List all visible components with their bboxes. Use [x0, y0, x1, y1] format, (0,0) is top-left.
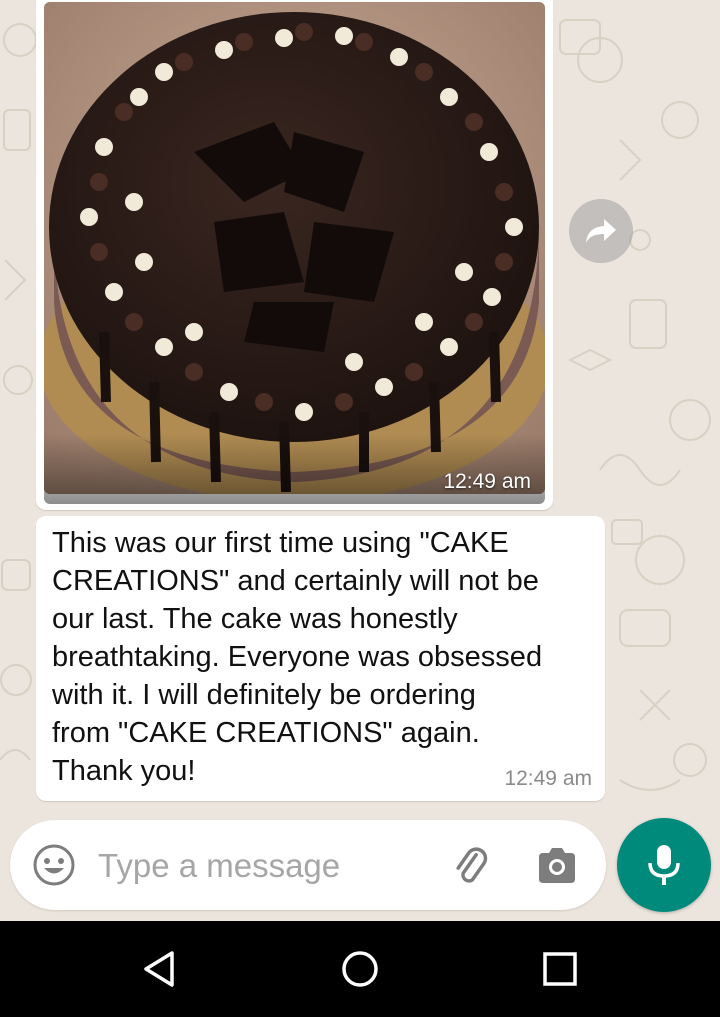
message-composer [10, 820, 606, 910]
text-message-bubble[interactable]: This was our first time using "CAKE CREA… [36, 516, 605, 801]
forward-icon [586, 219, 616, 243]
message-input[interactable] [96, 842, 420, 890]
emoji-icon[interactable] [32, 843, 76, 887]
camera-icon[interactable] [535, 845, 579, 885]
image-message-time: 12:49 am [443, 470, 531, 493]
image-message-bubble[interactable]: 12:49 am [36, 0, 553, 510]
paperclip-icon[interactable] [448, 844, 492, 888]
microphone-icon [648, 845, 680, 885]
forward-button[interactable] [569, 199, 633, 263]
back-triangle-icon[interactable] [138, 947, 182, 991]
message-text: This was our first time using "CAKE CREA… [52, 527, 543, 787]
home-circle-icon[interactable] [338, 947, 382, 991]
text-message-time: 12:49 am [504, 767, 592, 790]
recents-square-icon[interactable] [538, 947, 582, 991]
android-navigation-bar [0, 921, 720, 1017]
chocolate-cake-photo[interactable] [44, 2, 545, 494]
microphone-button[interactable] [617, 818, 711, 912]
